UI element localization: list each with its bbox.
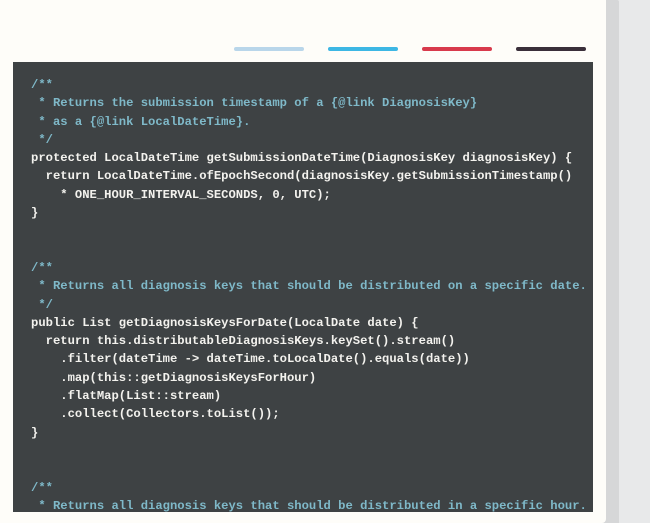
javadoc-line: */ xyxy=(31,298,53,312)
code-line: } xyxy=(31,426,38,440)
tab-indicator-3[interactable] xyxy=(422,47,492,51)
code-line: return LocalDateTime.ofEpochSecond(diagn… xyxy=(31,169,572,183)
tab-indicator-1[interactable] xyxy=(234,47,304,51)
javadoc-line: * Returns all diagnosis keys that should… xyxy=(31,499,587,512)
device-frame: /** * Returns the submission timestamp o… xyxy=(0,0,606,523)
code-line: } xyxy=(31,206,38,220)
tab-strip xyxy=(0,38,606,56)
code-line: public List getDiagnosisKeysForDate(Loca… xyxy=(31,316,419,330)
tab-indicator-2[interactable] xyxy=(328,47,398,51)
javadoc-line: /** xyxy=(31,481,53,495)
code-line: .filter(dateTime -> dateTime.toLocalDate… xyxy=(31,352,470,366)
code-line: .flatMap(List::stream) xyxy=(31,389,221,403)
javadoc-line: * Returns the submission timestamp of a … xyxy=(31,96,477,110)
tab-indicator-4[interactable] xyxy=(516,47,586,51)
javadoc-line: */ xyxy=(31,133,53,147)
javadoc-line: /** xyxy=(31,78,53,92)
code-line: * ONE_HOUR_INTERVAL_SECONDS, 0, UTC); xyxy=(31,188,331,202)
javadoc-line: * as a {@link LocalDateTime}. xyxy=(31,115,250,129)
code-line: .collect(Collectors.toList()); xyxy=(31,407,280,421)
javadoc-line: /** xyxy=(31,261,53,275)
code-line: .map(this::getDiagnosisKeysForHour) xyxy=(31,371,316,385)
code-editor-panel: /** * Returns the submission timestamp o… xyxy=(13,62,593,512)
code-content: /** * Returns the submission timestamp o… xyxy=(31,76,575,512)
code-line: protected LocalDateTime getSubmissionDat… xyxy=(31,151,572,165)
javadoc-line: * Returns all diagnosis keys that should… xyxy=(31,279,587,293)
code-line: return this.distributableDiagnosisKeys.k… xyxy=(31,334,455,348)
